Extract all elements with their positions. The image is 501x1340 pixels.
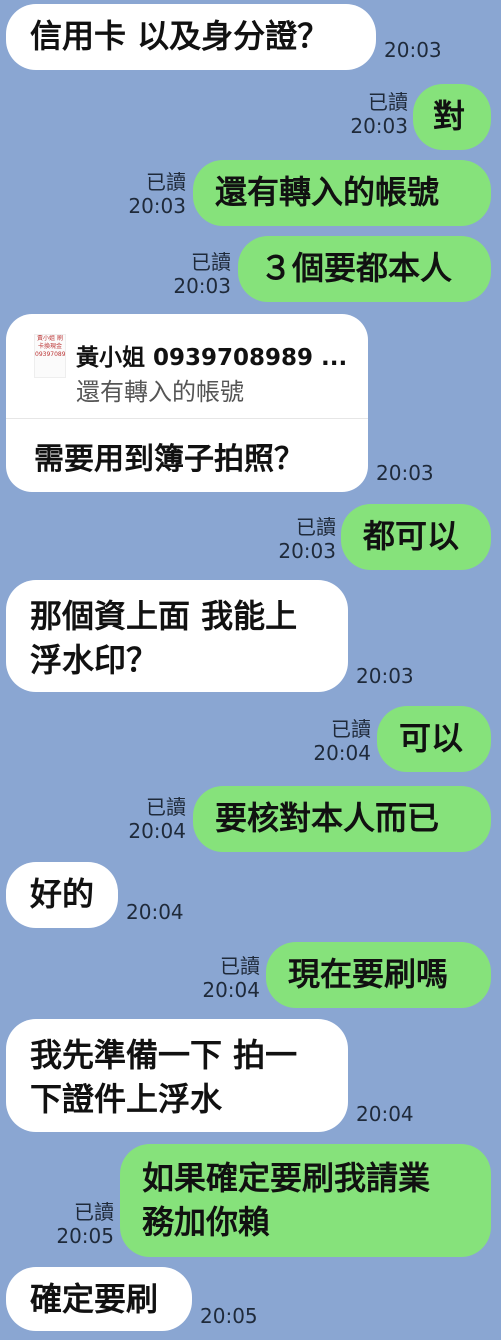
message-meta: 已讀 20:03 — [342, 90, 408, 138]
message-meta: 20:03 — [356, 664, 414, 688]
message-bubble[interactable]: 如果確定要刷我請業 務加你賴 — [120, 1144, 491, 1257]
message-time: 20:03 — [356, 664, 414, 688]
quoted-author: 黃小姐 0939708989 ... — [76, 345, 348, 371]
message-text: 還有轉入的帳號 — [215, 173, 440, 211]
message-text: 都可以 — [363, 517, 460, 555]
message-bubble[interactable]: 信用卡 以及身分證？ — [6, 4, 376, 70]
message-bubble[interactable]: 好的 — [6, 862, 118, 928]
message-text-line: 浮水印？ — [30, 641, 159, 679]
message-meta: 已讀 20:03 — [120, 170, 186, 218]
message-time: 20:03 — [384, 38, 442, 62]
message-text-line: 務加你賴 — [142, 1203, 271, 1241]
message-bubble[interactable]: 我先準備一下 拍一 下證件上浮水 — [6, 1019, 348, 1132]
message-time: 20:04 — [202, 978, 260, 1002]
message-text: 要核對本人而已 — [215, 799, 440, 837]
message-meta: 已讀 20:05 — [48, 1200, 114, 1248]
message-bubble[interactable]: 那個資上面 我能上 浮水印？ — [6, 580, 348, 692]
message-time: 20:03 — [278, 539, 336, 563]
quoted-thumbnail: 黃小姐 刷卡換現金 0939708989 — [34, 334, 66, 378]
message-bubble[interactable]: 都可以 — [341, 504, 491, 570]
read-receipt: 已讀 — [331, 717, 371, 741]
message-text: 確定要刷 — [30, 1280, 159, 1318]
message-meta: 已讀 20:03 — [165, 250, 231, 298]
read-receipt: 已讀 — [146, 170, 186, 194]
message-text-line: 下證件上浮水 — [30, 1080, 223, 1118]
message-bubble[interactable]: 黃小姐 刷卡換現金 0939708989 黃小姐 0939708989 ... … — [6, 314, 368, 492]
message-meta: 20:04 — [126, 900, 184, 924]
message-time: 20:05 — [56, 1224, 114, 1248]
message-meta: 20:05 — [200, 1304, 258, 1328]
message-time: 20:04 — [128, 819, 186, 843]
message-text: ３個要都本人 — [260, 249, 453, 287]
message-meta: 20:03 — [376, 461, 434, 485]
message-time: 20:05 — [200, 1304, 258, 1328]
message-time: 20:04 — [313, 741, 371, 765]
message-text: 需要用到簿子拍照？ — [34, 442, 304, 477]
message-meta: 20:03 — [384, 38, 442, 62]
message-bubble[interactable]: 確定要刷 — [6, 1267, 192, 1331]
read-receipt: 已讀 — [146, 795, 186, 819]
message-text: 信用卡 以及身分證？ — [30, 17, 330, 55]
read-receipt: 已讀 — [220, 954, 260, 978]
message-bubble[interactable]: 要核對本人而已 — [193, 786, 491, 852]
read-receipt: 已讀 — [191, 250, 231, 274]
read-receipt: 已讀 — [296, 515, 336, 539]
message-time: 20:03 — [376, 461, 434, 485]
message-bubble[interactable]: 還有轉入的帳號 — [193, 160, 491, 226]
message-text-line: 那個資上面 我能上 — [30, 597, 298, 635]
message-time: 20:03 — [350, 114, 408, 138]
message-bubble[interactable]: 對 — [413, 84, 491, 150]
message-meta: 已讀 20:04 — [120, 795, 186, 843]
message-text: 現在要刷嗎 — [288, 955, 449, 993]
message-text: 對 — [433, 97, 466, 135]
message-time: 20:04 — [356, 1102, 414, 1126]
message-bubble[interactable]: 現在要刷嗎 — [266, 942, 491, 1008]
message-meta: 已讀 20:03 — [270, 515, 336, 563]
message-time: 20:03 — [128, 194, 186, 218]
message-text: 可以 — [399, 719, 464, 757]
message-bubble[interactable]: 可以 — [377, 706, 491, 772]
message-text: 好的 — [30, 875, 95, 913]
message-time: 20:04 — [126, 900, 184, 924]
message-time: 20:03 — [173, 274, 231, 298]
quoted-message[interactable]: 黃小姐 刷卡換現金 0939708989 黃小姐 0939708989 ... … — [6, 314, 368, 419]
quoted-text: 還有轉入的帳號 — [76, 378, 244, 406]
message-meta: 20:04 — [356, 1102, 414, 1126]
message-text-line: 如果確定要刷我請業 — [142, 1159, 431, 1197]
read-receipt: 已讀 — [74, 1200, 114, 1224]
message-text-line: 我先準備一下 拍一 — [30, 1036, 298, 1074]
message-meta: 已讀 20:04 — [194, 954, 260, 1002]
message-meta: 已讀 20:04 — [305, 717, 371, 765]
message-bubble[interactable]: ３個要都本人 — [238, 236, 491, 302]
read-receipt: 已讀 — [368, 90, 408, 114]
